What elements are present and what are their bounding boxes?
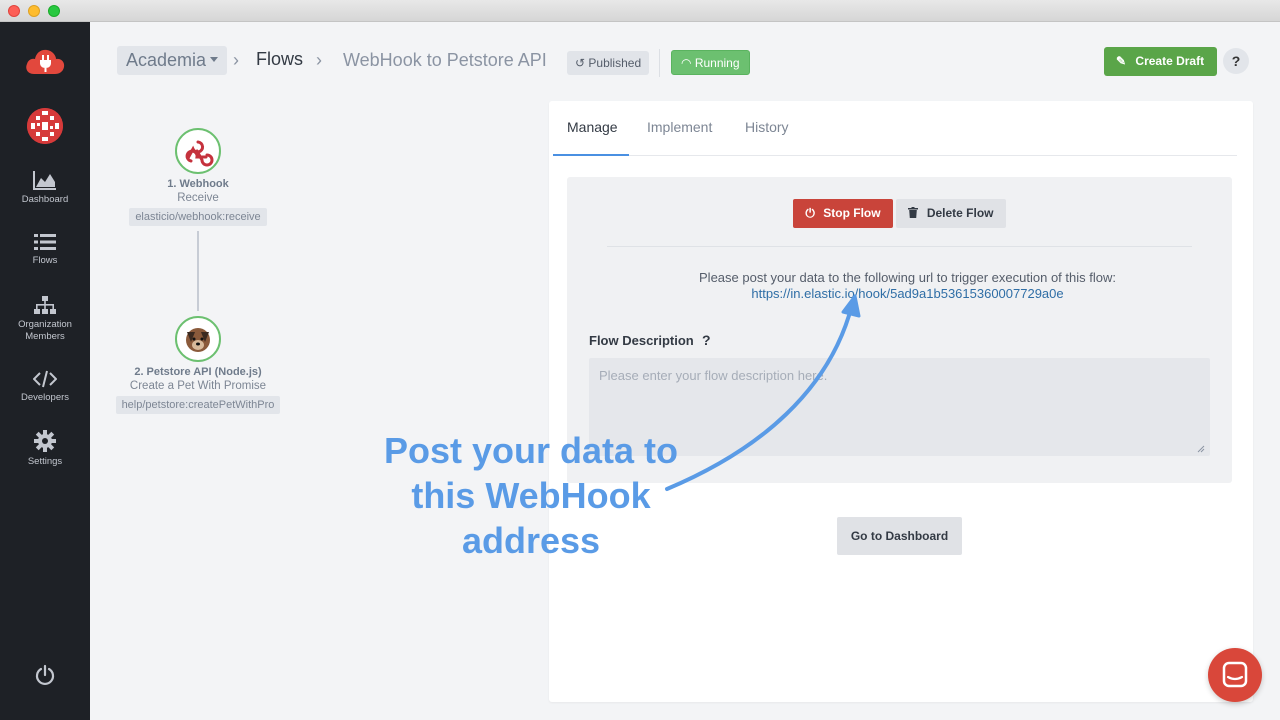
flow-step-webhook: 1. Webhook Receive elasticio/webhook:rec… bbox=[118, 128, 278, 226]
chat-launcher-button[interactable] bbox=[1208, 648, 1262, 702]
webhook-step-node[interactable] bbox=[175, 128, 221, 174]
sidebar-item-label: Organization Members bbox=[18, 319, 72, 342]
chat-icon bbox=[1222, 661, 1248, 688]
window-minimize-button[interactable] bbox=[28, 5, 40, 17]
sidebar-item-dashboard[interactable]: Dashboard bbox=[0, 170, 90, 206]
annotation-callout: Post your data to this WebHook address bbox=[360, 428, 702, 563]
chevron-right-icon: › bbox=[316, 50, 322, 70]
power-icon: ⏻ bbox=[805, 206, 815, 220]
sidebar-item-label: Settings bbox=[27, 456, 63, 467]
window-close-button[interactable] bbox=[8, 5, 20, 17]
petstore-step-node[interactable] bbox=[175, 316, 221, 362]
annotation-line: Post your data to bbox=[383, 430, 679, 471]
stop-flow-label: Stop Flow bbox=[823, 206, 881, 220]
cloud-plug-logo-icon[interactable] bbox=[24, 46, 66, 78]
annotation-line: address bbox=[461, 520, 601, 561]
breadcrumb-flow-name: WebHook to Petstore API bbox=[343, 50, 547, 70]
running-status-badge: ◠ Running bbox=[671, 50, 750, 75]
webhook-url-link[interactable]: https://in.elastic.io/hook/5ad9a1b536153… bbox=[567, 286, 1248, 301]
create-draft-label: Create Draft bbox=[1135, 54, 1205, 68]
list-icon bbox=[34, 234, 56, 250]
create-draft-button[interactable]: ✎ Create Draft bbox=[1104, 47, 1218, 76]
sidebar-item-developers[interactable]: Developers bbox=[0, 370, 90, 404]
webhook-instructions: Please post your data to the following u… bbox=[699, 270, 1116, 285]
go-to-dashboard-button[interactable]: Go to Dashboard bbox=[837, 517, 962, 555]
gear-icon bbox=[34, 430, 56, 452]
breadcrumb-flows[interactable]: Flows bbox=[256, 49, 303, 70]
flow-step-petstore: 2. Petstore API (Node.js) Create a Pet W… bbox=[108, 316, 288, 414]
window-titlebar bbox=[0, 0, 1280, 22]
delete-flow-label: Delete Flow bbox=[926, 206, 994, 220]
sidebar-item-flows[interactable]: Flows bbox=[0, 233, 90, 267]
published-label: Published bbox=[588, 56, 642, 70]
sidebar-item-label: Flows bbox=[32, 255, 58, 266]
webhook-icon bbox=[185, 140, 214, 167]
tab-implement[interactable]: Implement bbox=[647, 119, 712, 135]
main-area: Academia › Flows › WebHook to Petstore A… bbox=[90, 22, 1280, 720]
sidebar-item-label: Developers bbox=[20, 392, 70, 403]
running-label: Running bbox=[694, 56, 740, 70]
flow-panel: Manage Implement History ⏻ Stop Flow Del… bbox=[549, 101, 1253, 702]
tab-manage[interactable]: Manage bbox=[567, 119, 618, 135]
area-chart-icon bbox=[33, 171, 56, 190]
sidebar-item-organization-members[interactable]: Organization Members bbox=[0, 295, 90, 343]
organization-name: Academia bbox=[126, 50, 207, 70]
sidebar: Dashboard Flows Organization Members Dev… bbox=[0, 22, 90, 720]
step-subtitle: Receive bbox=[177, 192, 219, 204]
tab-history[interactable]: History bbox=[745, 119, 789, 135]
section-divider bbox=[607, 246, 1192, 247]
help-button[interactable]: ? bbox=[1223, 48, 1249, 74]
trash-icon bbox=[908, 206, 921, 220]
dog-icon bbox=[186, 328, 210, 352]
flow-description-label: Flow Description bbox=[589, 333, 694, 348]
flow-connector bbox=[197, 231, 199, 311]
step-title: 1. Webhook bbox=[167, 178, 229, 190]
flow-description-help-icon[interactable]: ? bbox=[702, 332, 711, 348]
chevron-right-icon: › bbox=[233, 50, 239, 70]
spinner-icon: ◠ bbox=[681, 56, 692, 70]
sidebar-item-label: Dashboard bbox=[21, 194, 69, 205]
pencil-icon: ✎ bbox=[1116, 54, 1127, 68]
header-divider bbox=[659, 49, 660, 77]
history-icon: ↺ bbox=[575, 56, 586, 70]
code-icon bbox=[33, 370, 57, 388]
active-tab-indicator bbox=[553, 154, 629, 156]
step-title: 2. Petstore API (Node.js) bbox=[134, 366, 262, 378]
window-zoom-button[interactable] bbox=[48, 5, 60, 17]
panel-tabs: Manage Implement History bbox=[553, 101, 1237, 156]
annotation-line: this WebHook bbox=[411, 475, 651, 516]
sidebar-item-settings[interactable]: Settings bbox=[0, 430, 90, 468]
resize-grip-icon[interactable] bbox=[1197, 445, 1205, 453]
power-icon[interactable] bbox=[35, 664, 55, 686]
stop-flow-button[interactable]: ⏻ Stop Flow bbox=[793, 199, 893, 228]
step-component-tag: help/petstore:createPetWithPro bbox=[115, 396, 281, 414]
caret-down-icon bbox=[210, 56, 219, 62]
delete-flow-button[interactable]: Delete Flow bbox=[896, 199, 1006, 228]
step-component-tag: elasticio/webhook:receive bbox=[129, 208, 267, 226]
step-subtitle: Create a Pet With Promise bbox=[129, 380, 267, 392]
organization-select[interactable]: Academia bbox=[117, 46, 228, 75]
org-tree-icon bbox=[34, 296, 56, 314]
published-badge[interactable]: ↺ Published bbox=[567, 51, 650, 75]
page-header: Academia › Flows › WebHook to Petstore A… bbox=[90, 22, 1280, 102]
organization-avatar[interactable] bbox=[27, 108, 63, 144]
